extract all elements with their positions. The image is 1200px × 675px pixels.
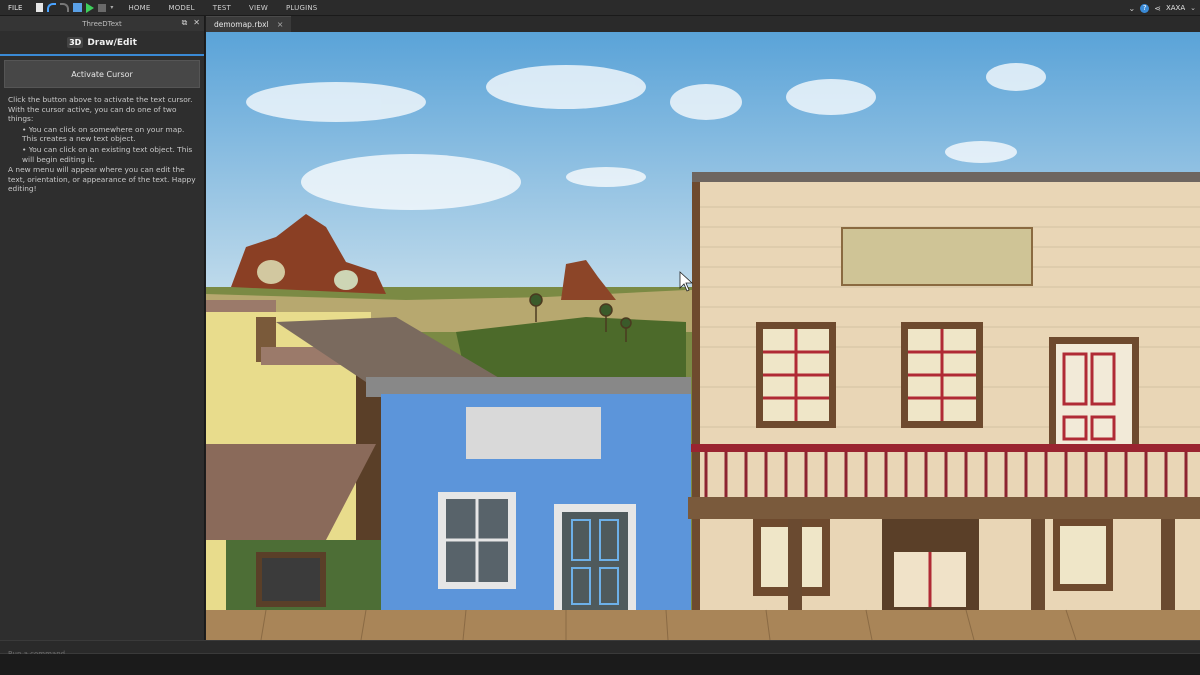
new-file-icon[interactable]: [36, 3, 44, 12]
menu-home[interactable]: HOME: [119, 4, 159, 12]
redo-icon[interactable]: [60, 3, 70, 12]
menu-model[interactable]: MODEL: [159, 4, 203, 12]
top-right-controls: ⌄ ? ⋖ XAXA ⌄: [1129, 0, 1196, 16]
scene-render: [206, 32, 1200, 640]
tab-demomap[interactable]: demomap.rbxl ×: [206, 16, 292, 32]
close-tab-icon[interactable]: ×: [277, 20, 284, 29]
status-strip: [0, 654, 1200, 675]
username-label[interactable]: XAXA: [1166, 4, 1185, 12]
user-chevron-icon[interactable]: ⌄: [1190, 4, 1196, 12]
tab-label: demomap.rbxl: [214, 20, 269, 29]
instructions-bullet: • You can click on somewhere on your map…: [22, 124, 185, 144]
balcony-floor: [688, 497, 1200, 519]
3d-viewport[interactable]: [206, 32, 1200, 640]
saloon-sign-board: [841, 227, 1033, 286]
play-icon[interactable]: [86, 2, 95, 13]
help-icon[interactable]: ?: [1140, 3, 1150, 13]
instructions-intro: Click the button above to activate the t…: [8, 95, 193, 124]
share-icon[interactable]: ⋖: [1154, 4, 1161, 13]
instructions-outro: A new menu will appear where you can edi…: [8, 165, 196, 194]
document-tab-bar: demomap.rbxl ×: [206, 16, 1200, 32]
close-panel-icon[interactable]: ✕: [193, 18, 200, 28]
balcony-rail-top: [691, 444, 1200, 452]
instructions-bullet: • You can click on an existing text obje…: [22, 144, 193, 164]
undo-icon[interactable]: [47, 3, 57, 12]
undock-icon[interactable]: ⧉: [182, 18, 188, 28]
top-menu-bar: FILE ▾ HOME MODEL TEST VIEW PLUGINS ⌄ ? …: [0, 0, 1200, 16]
panel-titlebar: ThreeDText ⧉ ✕: [0, 16, 204, 31]
panel-window-title: ThreeDText: [82, 19, 122, 28]
dropdown-chevron-icon[interactable]: ▾: [110, 4, 113, 11]
menu-test[interactable]: TEST: [204, 4, 240, 12]
expand-chevron-icon[interactable]: ⌄: [1129, 4, 1136, 13]
boardwalk: [206, 610, 1200, 640]
instructions-text: Click the button above to activate the t…: [0, 88, 204, 201]
activate-cursor-button[interactable]: Activate Cursor: [4, 60, 200, 88]
publish-icon[interactable]: [73, 3, 83, 12]
panel-tab-label: Draw/Edit: [87, 37, 137, 48]
quick-access-toolbar: ▾: [30, 2, 119, 13]
command-bar: [0, 640, 1200, 660]
stop-icon[interactable]: [98, 3, 107, 12]
plugin-panel: ThreeDText ⧉ ✕ 3D Draw/Edit Activate Cur…: [0, 16, 205, 640]
menu-plugins[interactable]: PLUGINS: [277, 4, 326, 12]
panel-tab-draw-edit[interactable]: 3D Draw/Edit: [0, 31, 204, 56]
menu-view[interactable]: VIEW: [240, 4, 277, 12]
threedtext-logo-icon: 3D: [67, 37, 84, 48]
file-menu[interactable]: FILE: [0, 4, 30, 12]
blue-sign-board: [466, 407, 601, 459]
